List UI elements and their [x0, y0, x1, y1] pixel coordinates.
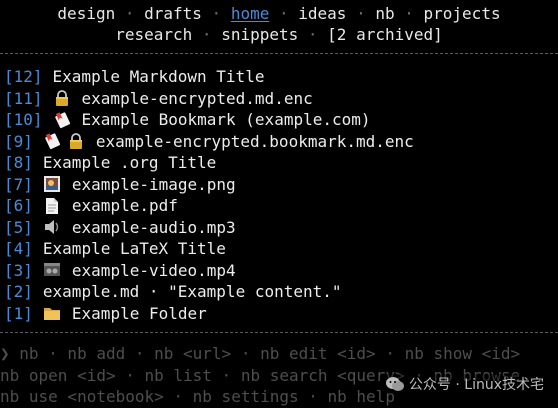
notebook-nav-line-1: design · drafts · home · ideas · nb · pr… [0, 3, 558, 24]
item-id: [3] [4, 260, 33, 280]
item-id: [9] [4, 131, 33, 151]
item-id: [4] [4, 239, 33, 258]
terminal-window: design · drafts · home · ideas · nb · pr… [0, 0, 558, 407]
list-item[interactable]: [8] Example .org Title [4, 152, 558, 174]
folder-icon [43, 304, 61, 322]
help-line-1: ❯ nb · nb add · nb <url> · nb edit <id> … [0, 344, 521, 363]
list-item[interactable]: [3] example-video.mp4 [4, 260, 558, 282]
item-id: [12] [4, 67, 43, 86]
list-item[interactable]: [6] example.pdf [4, 195, 558, 217]
item-id: [5] [4, 217, 33, 237]
nav-separator: · [269, 4, 299, 23]
notebook-link-2-archived[interactable]: [2 archived] [327, 25, 443, 44]
item-title: Example Folder [71, 303, 207, 323]
notebook-link-snippets[interactable]: snippets [221, 25, 298, 44]
notebook-nav-line-2: research · snippets · [2 archived] [0, 24, 558, 45]
notebook-link-drafts[interactable]: drafts [144, 4, 202, 23]
document-icon [43, 197, 61, 215]
item-id: [8] [4, 153, 33, 172]
item-title: example-image.png [71, 174, 236, 194]
nav-separator: · [201, 4, 231, 23]
item-title: example-encrypted.md.enc [81, 88, 313, 108]
nav-separator: · [346, 4, 376, 23]
notebook-link-ideas[interactable]: ideas [298, 4, 346, 23]
lock-icon [53, 89, 71, 107]
speaker-icon [43, 218, 61, 236]
film-icon [43, 261, 61, 279]
lock-icon [67, 132, 85, 150]
top-divider [0, 53, 558, 54]
wechat-icon [385, 377, 404, 391]
notebook-link-design[interactable]: design [57, 4, 115, 23]
notebook-link-projects[interactable]: projects [424, 4, 501, 23]
list-item[interactable]: [2] example.md · "Example content." [4, 281, 558, 303]
bookmark-icon [53, 111, 71, 129]
item-id: [6] [4, 196, 33, 215]
item-title: example-audio.mp3 [71, 217, 236, 237]
list-item[interactable]: [10] Example Bookmark (example.com) [4, 109, 558, 131]
bottom-divider [0, 332, 558, 333]
item-title: example.md · "Example content." [42, 282, 342, 301]
item-id: [10] [4, 110, 43, 129]
list-item[interactable]: [12] Example Markdown Title [4, 66, 558, 88]
watermark-text: 公众号 · Linux技术宅 [408, 377, 544, 393]
bookmark-icon [43, 132, 61, 150]
item-id: [7] [4, 174, 33, 194]
item-title: Example Bookmark (example.com) [81, 110, 371, 129]
item-title: example.pdf [71, 196, 178, 215]
nav-separator: · [298, 25, 328, 44]
notebook-link-nb[interactable]: nb [375, 4, 394, 23]
nav-separator: · [115, 4, 145, 23]
item-title: Example .org Title [42, 153, 217, 172]
list-item[interactable]: [4] Example LaTeX Title [4, 238, 558, 260]
list-item[interactable]: [7] example-image.png [4, 174, 558, 196]
item-title: example-video.mp4 [71, 260, 236, 280]
notes-list: [12] Example Markdown Title [11] example-en… [4, 66, 558, 324]
item-id: [1] [4, 303, 33, 323]
item-title: Example LaTeX Title [42, 239, 226, 258]
image-icon [43, 175, 61, 193]
list-item[interactable]: [11] example-encrypted.md.enc [4, 88, 558, 110]
item-title: example-encrypted.bookmark.md.enc [95, 131, 414, 151]
item-title: Example Markdown Title [52, 67, 265, 86]
nav-separator: · [394, 4, 424, 23]
nav-separator: · [192, 25, 222, 44]
list-item[interactable]: [5] example-audio.mp3 [4, 217, 558, 239]
watermark: 公众号 · Linux技术宅 [380, 374, 548, 394]
notebook-link-home[interactable]: home [231, 4, 270, 23]
item-id: [2] [4, 282, 33, 301]
notebook-link-research[interactable]: research [115, 25, 192, 44]
item-id: [11] [4, 88, 43, 108]
list-item[interactable]: [9] example-encrypted.bookmark.md.enc [4, 131, 558, 153]
list-item[interactable]: [1] Example Folder [4, 303, 558, 325]
